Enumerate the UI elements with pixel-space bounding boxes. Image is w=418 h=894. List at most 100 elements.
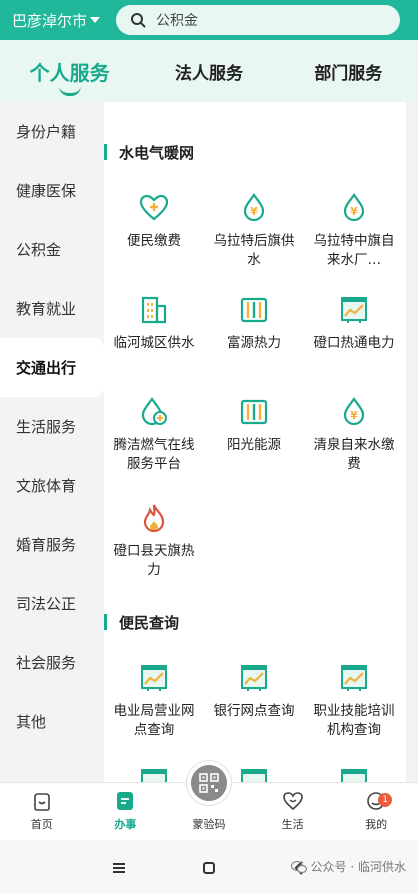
service-item-bank-outlet-query[interactable]: 银行网点查询	[204, 662, 304, 721]
nav-life[interactable]: 生活	[251, 783, 335, 840]
service-item-tengjie-gas[interactable]: 腾洁燃气在线服务平台	[104, 396, 204, 474]
sidebar-item-transport[interactable]: 交通出行	[0, 338, 104, 397]
sidebar-item-social[interactable]: 社会服务	[0, 633, 104, 692]
sidebar-item-label: 健康医保	[16, 182, 77, 200]
sidebar-item-label: 生活服务	[16, 418, 77, 436]
section-title-text: 水电气暖网	[119, 143, 195, 162]
sidebar-item-identity[interactable]: 身份户籍	[0, 102, 104, 161]
service-item-label: 职业技能培训机构查询	[313, 703, 395, 738]
nav-label: 蒙验码	[192, 818, 226, 831]
service-item-power-outlet-query[interactable]: 电业局营业网点查询	[104, 662, 204, 740]
sidebar-item-culture-sports[interactable]: 文旅体育	[0, 456, 104, 515]
tab-corporate-service[interactable]: 法人服务	[139, 40, 278, 102]
section-title-utilities: 水电气暖网	[104, 142, 194, 162]
service-type-tabs: 个人服务 法人服务 部门服务	[0, 40, 418, 102]
section-title-text: 便民查询	[119, 613, 180, 632]
caret-down-icon	[90, 17, 101, 23]
nav-home[interactable]: 首页	[0, 783, 84, 840]
service-item-qingquan-water[interactable]: ¥ 清泉自来水缴费	[304, 396, 404, 474]
active-tab-indicator	[58, 86, 81, 96]
wechat-icon	[290, 860, 307, 873]
service-item-label: 磴口热通电力	[313, 335, 395, 351]
service-item-dengkou-power[interactable]: 磴口热通电力	[304, 294, 404, 353]
sidebar-item-other[interactable]: 其他	[0, 692, 104, 751]
chart-board-icon	[141, 665, 167, 691]
radiator-icon	[240, 399, 268, 425]
service-item-payment[interactable]: 便民缴费	[104, 192, 204, 251]
nav-profile[interactable]: 1 我的	[334, 783, 418, 840]
nav-label: 办事	[114, 818, 137, 831]
service-item-label: 阳光能源	[227, 437, 281, 453]
sidebar-item-label: 社会服务	[16, 654, 77, 672]
chart-board-icon	[241, 769, 267, 782]
sidebar-item-label: 教育就业	[16, 300, 77, 318]
nav-service[interactable]: 办事	[84, 783, 168, 840]
service-item-label: 便民缴费	[127, 233, 181, 249]
home-icon	[33, 793, 50, 811]
qr-code-icon	[199, 773, 219, 793]
qr-code-button[interactable]	[186, 761, 231, 805]
service-item-dengkou-tianqi-heating[interactable]: 磴口县天旗热力	[104, 502, 204, 580]
service-icon	[117, 792, 134, 810]
sidebar-item-health[interactable]: 健康医保	[0, 161, 104, 220]
service-item-label: 银行网点查询	[213, 703, 295, 719]
section-title-bar	[104, 614, 107, 630]
menu-icon[interactable]	[112, 860, 126, 879]
service-item-label: 乌拉特后旗供水	[213, 233, 295, 268]
watermark-text: 公众号 · 临河供水	[310, 860, 406, 874]
tab-label: 部门服务	[314, 63, 383, 84]
chart-board-icon	[341, 769, 367, 782]
city-name: 巴彦淖尔市	[12, 11, 88, 30]
service-item-fuyuan-heating[interactable]: 富源热力	[204, 294, 304, 353]
search-placeholder: 公积金	[156, 13, 198, 29]
bottom-navigation: 首页 办事 蒙验码 生活 1 我的	[0, 761, 418, 840]
svg-text:¥: ¥	[350, 409, 358, 422]
sidebar-item-education[interactable]: 教育就业	[0, 279, 104, 338]
service-item-sunshine-energy[interactable]: 阳光能源	[204, 396, 304, 455]
partial-row-icon	[238, 766, 270, 782]
service-item-label: 磴口县天旗热力	[113, 543, 195, 578]
service-item-wulate-rear-banner-water[interactable]: ¥ 乌拉特后旗供水	[204, 192, 304, 270]
search-icon	[131, 13, 146, 28]
sidebar-item-life[interactable]: 生活服务	[0, 397, 104, 456]
category-sidebar: 身份户籍 健康医保 公积金 教育就业 交通出行 生活服务 文旅体育 婚育服务 司…	[0, 102, 104, 782]
section-title-bar	[104, 144, 107, 160]
service-content-panel: 水电气暖网 便民缴费 ¥ 乌拉特后旗供水 ¥ 乌拉特中旗自来水厂… 临河城区供水…	[104, 102, 406, 782]
sidebar-item-label: 身份户籍	[16, 123, 77, 141]
service-item-label: 电业局营业网点查询	[113, 703, 195, 738]
tab-department-service[interactable]: 部门服务	[279, 40, 418, 102]
service-item-training-institution-query[interactable]: 职业技能培训机构查询	[304, 662, 404, 740]
search-box[interactable]: 公积金	[116, 5, 400, 35]
sidebar-item-marriage[interactable]: 婚育服务	[0, 515, 104, 574]
partial-row-icon	[138, 766, 170, 782]
water-drop-yen-icon: ¥	[243, 193, 265, 222]
system-nav-bar: 公众号 · 临河供水	[0, 840, 418, 894]
nav-qr-code[interactable]: 蒙验码	[167, 761, 251, 840]
service-item-wulate-middle-banner-waterworks[interactable]: ¥ 乌拉特中旗自来水厂…	[304, 192, 404, 270]
water-drop-yen-icon: ¥	[343, 397, 365, 426]
drop-plus-icon	[141, 397, 167, 426]
sidebar-item-label: 其他	[16, 713, 47, 731]
sidebar-item-justice[interactable]: 司法公正	[0, 574, 104, 633]
service-item-label: 临河城区供水	[113, 335, 195, 351]
svg-text:¥: ¥	[250, 205, 258, 218]
home-square-icon[interactable]	[202, 860, 216, 879]
header-bar: 巴彦淖尔市 公积金	[0, 0, 418, 40]
chart-board-icon	[341, 297, 367, 323]
sidebar-item-housing-fund[interactable]: 公积金	[0, 220, 104, 279]
chart-board-icon	[341, 665, 367, 691]
service-item-label: 清泉自来水缴费	[313, 437, 395, 472]
flame-icon	[143, 504, 165, 533]
sidebar-item-label: 文旅体育	[16, 477, 77, 495]
service-item-linhe-water[interactable]: 临河城区供水	[104, 294, 204, 353]
water-drop-yen-icon: ¥	[343, 193, 365, 222]
city-selector[interactable]: 巴彦淖尔市	[0, 10, 116, 31]
sidebar-item-label: 公积金	[16, 241, 62, 259]
building-icon	[141, 296, 167, 324]
partial-row-icon	[338, 766, 370, 782]
heart-plus-icon	[139, 194, 169, 221]
sidebar-item-label: 交通出行	[16, 359, 77, 377]
tab-personal-service[interactable]: 个人服务	[0, 40, 139, 102]
sidebar-item-label: 司法公正	[16, 595, 77, 613]
watermark: 公众号 · 临河供水	[290, 858, 406, 875]
